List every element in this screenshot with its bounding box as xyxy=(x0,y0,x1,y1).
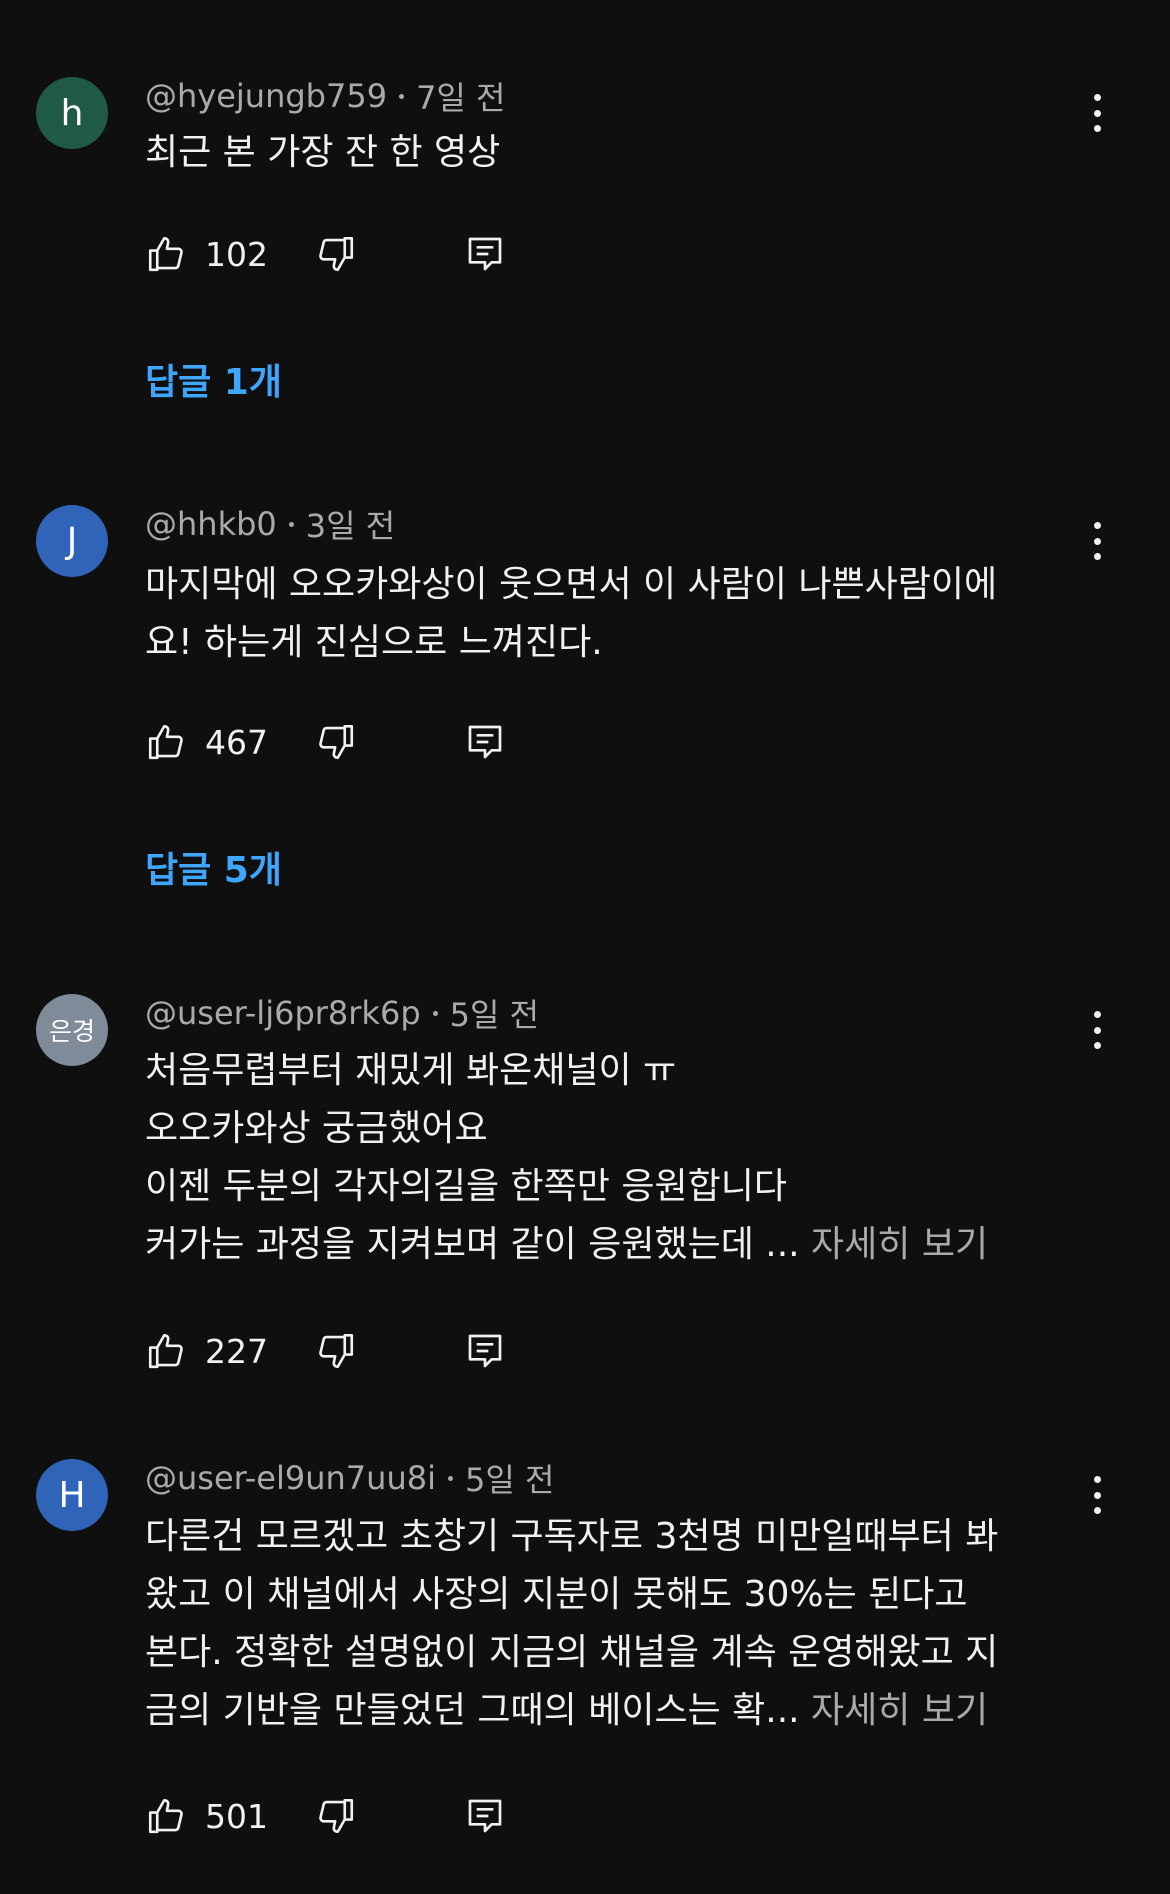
like-button[interactable] xyxy=(145,718,187,766)
comment-line-text: 금의 기반을 만들었던 그때의 베이스는 확... xyxy=(145,1690,800,1731)
read-more-link[interactable]: 자세히 보기 xyxy=(811,1690,988,1731)
comment-line: 다른건 모르겠고 초창기 구독자로 3천명 미만일때부터 봐 xyxy=(145,1516,999,1557)
comment-meta: @user-lj6pr8rk6p 5일 전 xyxy=(145,991,539,1035)
thumbs-down-icon xyxy=(319,236,354,272)
author-name[interactable]: @hyejungb759 xyxy=(145,77,387,115)
comment-time: 7일 전 xyxy=(416,79,506,117)
thumbs-up-icon xyxy=(148,724,183,760)
comment-icon xyxy=(468,725,502,759)
author-name[interactable]: @user-lj6pr8rk6p xyxy=(145,994,421,1032)
comment-text: 마지막에 오오카와상이 웃으면서 이 사람이 나쁜사람이에 요! 하는게 진심으… xyxy=(145,556,1075,672)
thumbs-up-icon xyxy=(148,1798,183,1834)
comment-line: 커가는 과정을 지켜보며 같이 응원했는데 ... 자세히 보기 xyxy=(145,1216,1075,1274)
reply-button[interactable] xyxy=(465,230,505,278)
comment-icon xyxy=(468,1799,502,1833)
comment-text: 다른건 모르겠고 초창기 구독자로 3천명 미만일때부터 봐 왔고 이 채널에서… xyxy=(145,1508,1075,1740)
author-name[interactable]: @user-el9un7uu8i xyxy=(145,1459,436,1497)
replies-button[interactable]: 답글 5개 xyxy=(145,842,282,892)
comment-text: 최근 본 가장 잔 한 영상 xyxy=(145,124,1075,182)
comment-line: 왔고 이 채널에서 사장의 지분이 못해도 30%는 된다고 xyxy=(145,1574,968,1615)
comment-meta: @hhkb0 3일 전 xyxy=(145,502,395,546)
comment-actions: 501 xyxy=(145,1792,545,1840)
comment-line: 요! 하는게 진심으로 느껴진다. xyxy=(145,622,603,663)
thumbs-down-icon xyxy=(319,1798,354,1834)
comment-meta: @user-el9un7uu8i 5일 전 xyxy=(145,1456,554,1500)
avatar[interactable]: h xyxy=(36,77,108,149)
read-more-link[interactable]: 자세히 보기 xyxy=(811,1224,988,1265)
comment-line: 마지막에 오오카와상이 웃으면서 이 사람이 나쁜사람이에 xyxy=(145,564,998,605)
comment-text: 처음무렵부터 재밌게 봐온채널이 ㅠ 오오카와상 궁금했어요 이젠 두분의 각자… xyxy=(145,1042,1075,1274)
replies-button[interactable]: 답글 1개 xyxy=(145,354,282,404)
comment-icon xyxy=(468,237,502,271)
comment-actions: 467 xyxy=(145,718,545,766)
like-count: 227 xyxy=(205,1331,268,1371)
avatar[interactable]: H xyxy=(36,1459,108,1531)
comment-time: 5일 전 xyxy=(449,996,540,1034)
like-button[interactable] xyxy=(145,230,187,278)
separator-dot xyxy=(399,93,405,99)
reply-button[interactable] xyxy=(465,1792,505,1840)
separator-dot xyxy=(432,1010,438,1016)
like-button[interactable] xyxy=(145,1792,187,1840)
separator-dot xyxy=(288,521,294,527)
dislike-button[interactable] xyxy=(315,1792,357,1840)
more-vertical-icon[interactable] xyxy=(1082,1470,1112,1520)
comment-line: 오오카와상 궁금했어요 xyxy=(145,1108,488,1149)
like-count: 501 xyxy=(205,1796,268,1836)
thumbs-down-icon xyxy=(319,1333,354,1369)
comment-line: 금의 기반을 만들었던 그때의 베이스는 확... 자세히 보기 xyxy=(145,1682,1075,1740)
comment-line: 본다. 정확한 설명없이 지금의 채널을 계속 운영해왔고 지 xyxy=(145,1632,999,1673)
dislike-button[interactable] xyxy=(315,230,357,278)
separator-dot xyxy=(447,1475,453,1481)
comment-icon xyxy=(468,1334,502,1368)
comment-meta: @hyejungb759 7일 전 xyxy=(145,74,505,118)
thumbs-up-icon xyxy=(148,1333,183,1369)
avatar[interactable]: J xyxy=(36,505,108,577)
like-count: 102 xyxy=(205,234,268,274)
comment-actions: 227 xyxy=(145,1327,545,1375)
comment-actions: 102 xyxy=(145,230,545,278)
comment-line-text: 커가는 과정을 지켜보며 같이 응원했는데 ... xyxy=(145,1224,800,1265)
thumbs-up-icon xyxy=(148,236,183,272)
dislike-button[interactable] xyxy=(315,718,357,766)
more-vertical-icon[interactable] xyxy=(1082,516,1112,566)
like-count: 467 xyxy=(205,722,268,762)
avatar[interactable]: 은경 xyxy=(36,994,108,1066)
reply-button[interactable] xyxy=(465,1327,505,1375)
comment-line: 최근 본 가장 잔 한 영상 xyxy=(145,132,501,173)
like-button[interactable] xyxy=(145,1327,187,1375)
dislike-button[interactable] xyxy=(315,1327,357,1375)
comment-time: 3일 전 xyxy=(305,507,396,545)
more-vertical-icon[interactable] xyxy=(1082,88,1112,138)
comment-line: 이젠 두분의 각자의길을 한쪽만 응원합니다 xyxy=(145,1166,787,1207)
comment-time: 5일 전 xyxy=(464,1461,555,1499)
author-name[interactable]: @hhkb0 xyxy=(145,505,277,543)
reply-button[interactable] xyxy=(465,718,505,766)
more-vertical-icon[interactable] xyxy=(1082,1005,1112,1055)
thumbs-down-icon xyxy=(319,724,354,760)
comment-line: 처음무렵부터 재밌게 봐온채널이 ㅠ xyxy=(145,1050,677,1091)
